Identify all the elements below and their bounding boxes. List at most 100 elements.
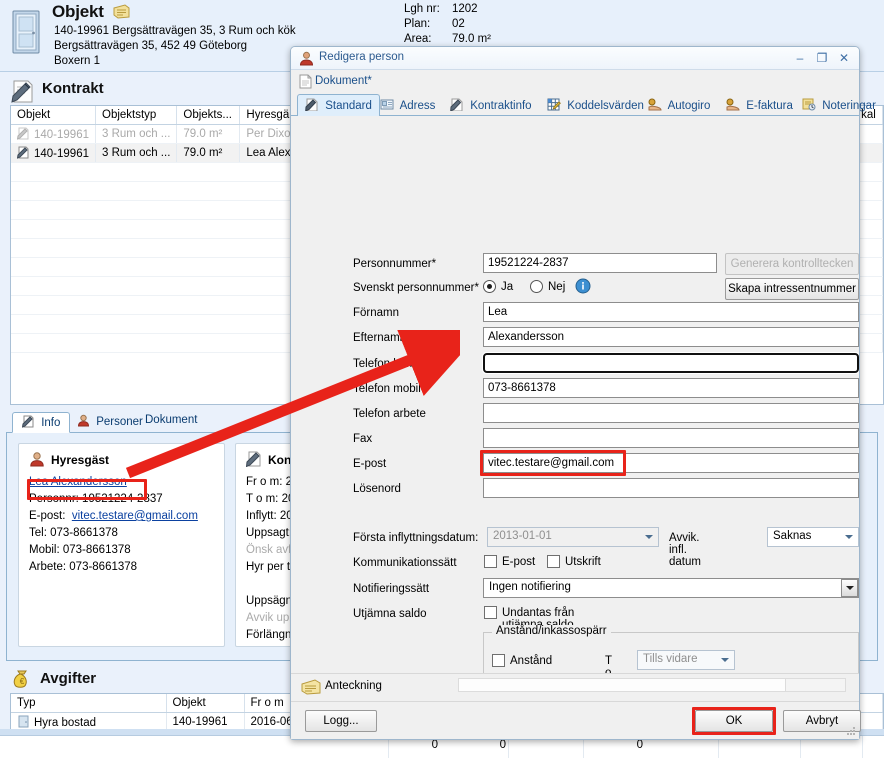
tab-kontraktinfo[interactable]: Kontraktinfo: [443, 95, 539, 116]
chevron-down-icon[interactable]: [641, 529, 657, 545]
tab-adress[interactable]: Adress: [373, 95, 442, 116]
object-address-lines: 140-19961 Bergsättravägen 35, 3 Rum och …: [54, 24, 296, 69]
ok-button[interactable]: OK: [695, 710, 773, 732]
tab-noteringar-label: Noteringar: [822, 100, 876, 112]
chevron-down-icon[interactable]: [717, 652, 733, 668]
avvik-infl-datum-label: Avvik. infl. datum: [669, 532, 701, 568]
tab-autogiro[interactable]: Autogiro: [641, 95, 717, 116]
chevron-down-icon[interactable]: [841, 579, 858, 597]
fornamn-label: Förnamn: [353, 307, 400, 319]
anteckning-scroll-thumb[interactable]: [785, 679, 845, 691]
hyresgast-tel: Tel: 073-8661378: [29, 527, 118, 539]
col-objektsarea[interactable]: Objekts...: [176, 106, 241, 125]
cell-typ: 3 Rum och ...: [95, 143, 178, 163]
generera-kontrolltecken-button[interactable]: Generera kontrolltecken: [725, 253, 859, 275]
telefon-hem-label: Telefon hem: [353, 358, 416, 370]
hyresgast-epost-label: E-post:: [29, 510, 66, 522]
anstand-group-title: Anstånd/inkassospärr: [492, 625, 611, 637]
col-objektstyp[interactable]: Objektstyp: [95, 106, 178, 125]
kommunikationssatt-epost-checkbox[interactable]: [484, 555, 497, 568]
maximize-button[interactable]: ❐: [813, 50, 831, 66]
door-row-icon: [18, 715, 29, 728]
avgifter-section-title: Avgifter: [40, 670, 97, 687]
telefon-hem-input[interactable]: [482, 352, 859, 374]
kommunikationssatt-utskrift-checkbox[interactable]: [547, 555, 560, 568]
tab-info[interactable]: Info: [12, 412, 71, 433]
cell-area: 79.0 m²: [176, 124, 241, 144]
hand-coin-icon: [726, 98, 740, 111]
close-button[interactable]: ✕: [835, 50, 853, 66]
notifieringssatt-label: Notifieringssätt: [353, 583, 430, 595]
col-typ[interactable]: Typ: [11, 694, 167, 713]
telefon-arbete-label: Telefon arbete: [353, 408, 426, 420]
area-label: Area:: [404, 33, 432, 45]
edit-person-dialog: Redigera person – ❐ ✕ Dokument* Standard…: [290, 46, 876, 740]
kommunikationssatt-utskrift-label: Utskrift: [565, 556, 601, 568]
dokument-link[interactable]: Dokument*: [315, 75, 372, 87]
notes-icon: [802, 98, 816, 111]
tab-standard[interactable]: Standard: [297, 94, 380, 117]
personnummer-input[interactable]: [483, 253, 717, 273]
utjamna-saldo-checkbox[interactable]: [484, 606, 497, 619]
hand-coin-icon: [648, 98, 662, 111]
person-icon: [299, 51, 314, 66]
svenskt-personnummer-label: Svenskt personnummer*: [353, 282, 479, 294]
svg-text:€: €: [20, 677, 25, 686]
tab-dokument-label: Dokument: [145, 414, 198, 426]
minimize-button[interactable]: –: [791, 50, 809, 66]
area-value: 79.0 m²: [452, 33, 491, 45]
person-icon: [77, 414, 90, 427]
dialog-tabstrip: Standard Adress Kontraktinfo Koddelsvärd…: [291, 93, 876, 117]
tab-dokument[interactable]: Dokument: [136, 412, 206, 433]
epost-input[interactable]: [483, 453, 859, 473]
fax-label: Fax: [353, 433, 373, 445]
anstand-checkbox[interactable]: [492, 654, 505, 667]
address-card-icon: [380, 99, 394, 110]
col-objekt[interactable]: Objekt: [11, 106, 96, 125]
plan-value: 02: [452, 18, 465, 30]
kontrakt-section-title: Kontrakt: [42, 80, 104, 97]
telefon-arbete-input[interactable]: [483, 403, 859, 423]
anstand-tom-combo[interactable]: Tills vidare: [637, 650, 735, 670]
losenord-input[interactable]: [483, 478, 859, 498]
hyresgast-card-body: Lea Alexandersson Personnr: 19521224-283…: [29, 474, 214, 576]
anteckning-bar: Anteckning: [291, 673, 859, 701]
tab-koddelsvarden-label: Koddelsvärden: [567, 100, 644, 112]
svenskt-personnummer-radio-ja[interactable]: [483, 280, 496, 293]
hyresgast-card-header: Hyresgäst: [29, 452, 214, 467]
logg-button[interactable]: Logg...: [305, 710, 377, 732]
tab-info-label: Info: [41, 417, 61, 429]
tab-koddelsvarden[interactable]: Koddelsvärden: [540, 95, 651, 116]
hyresgast-name-link[interactable]: Lea Alexandersson: [29, 476, 127, 488]
svenskt-personnummer-radio-nej[interactable]: [530, 280, 543, 293]
dialog-document-row: Dokument*: [291, 71, 859, 93]
chevron-down-icon[interactable]: [841, 529, 857, 545]
efternamn-input[interactable]: [483, 327, 859, 347]
hyresgast-epost-link[interactable]: vitec.testare@gmail.com: [72, 510, 198, 522]
radio-nej-label: Nej: [548, 281, 566, 293]
fax-input[interactable]: [483, 428, 859, 448]
notifieringssatt-combo[interactable]: Ingen notifiering: [483, 578, 859, 598]
col-objekt[interactable]: Objekt: [166, 694, 245, 713]
anteckning-input[interactable]: [458, 678, 846, 692]
dialog-titlebar[interactable]: Redigera person – ❐ ✕: [291, 47, 859, 70]
note-icon: [301, 679, 321, 695]
tab-noteringar[interactable]: Noteringar: [795, 95, 883, 116]
resize-grip[interactable]: [845, 725, 856, 736]
avvik-infl-datum-combo[interactable]: Saknas: [767, 527, 859, 547]
contract-row-icon: [17, 127, 29, 140]
fornamn-input[interactable]: [483, 302, 859, 322]
utjamna-saldo-label: Utjämna saldo: [353, 608, 427, 620]
dialog-footer: Logg... OK Avbryt: [291, 701, 861, 739]
document-icon: [299, 74, 312, 89]
radio-ja-label: Ja: [501, 281, 514, 293]
skapa-intressentnummer-button[interactable]: Skapa intressentnummer: [725, 278, 859, 300]
forsta-inflyttningsdatum-combo[interactable]: 2013-01-01: [487, 527, 659, 547]
info-icon[interactable]: [575, 278, 591, 294]
object-right-fields: Lgh nr: 1202 Plan: 02 Area: 79.0 m²: [404, 2, 491, 47]
info-contract-icon: [22, 415, 34, 428]
note-icon[interactable]: [113, 4, 130, 19]
total-3: 0: [636, 739, 643, 751]
telefon-mobil-input[interactable]: [483, 378, 859, 398]
tab-efaktura[interactable]: E-faktura: [719, 95, 800, 116]
